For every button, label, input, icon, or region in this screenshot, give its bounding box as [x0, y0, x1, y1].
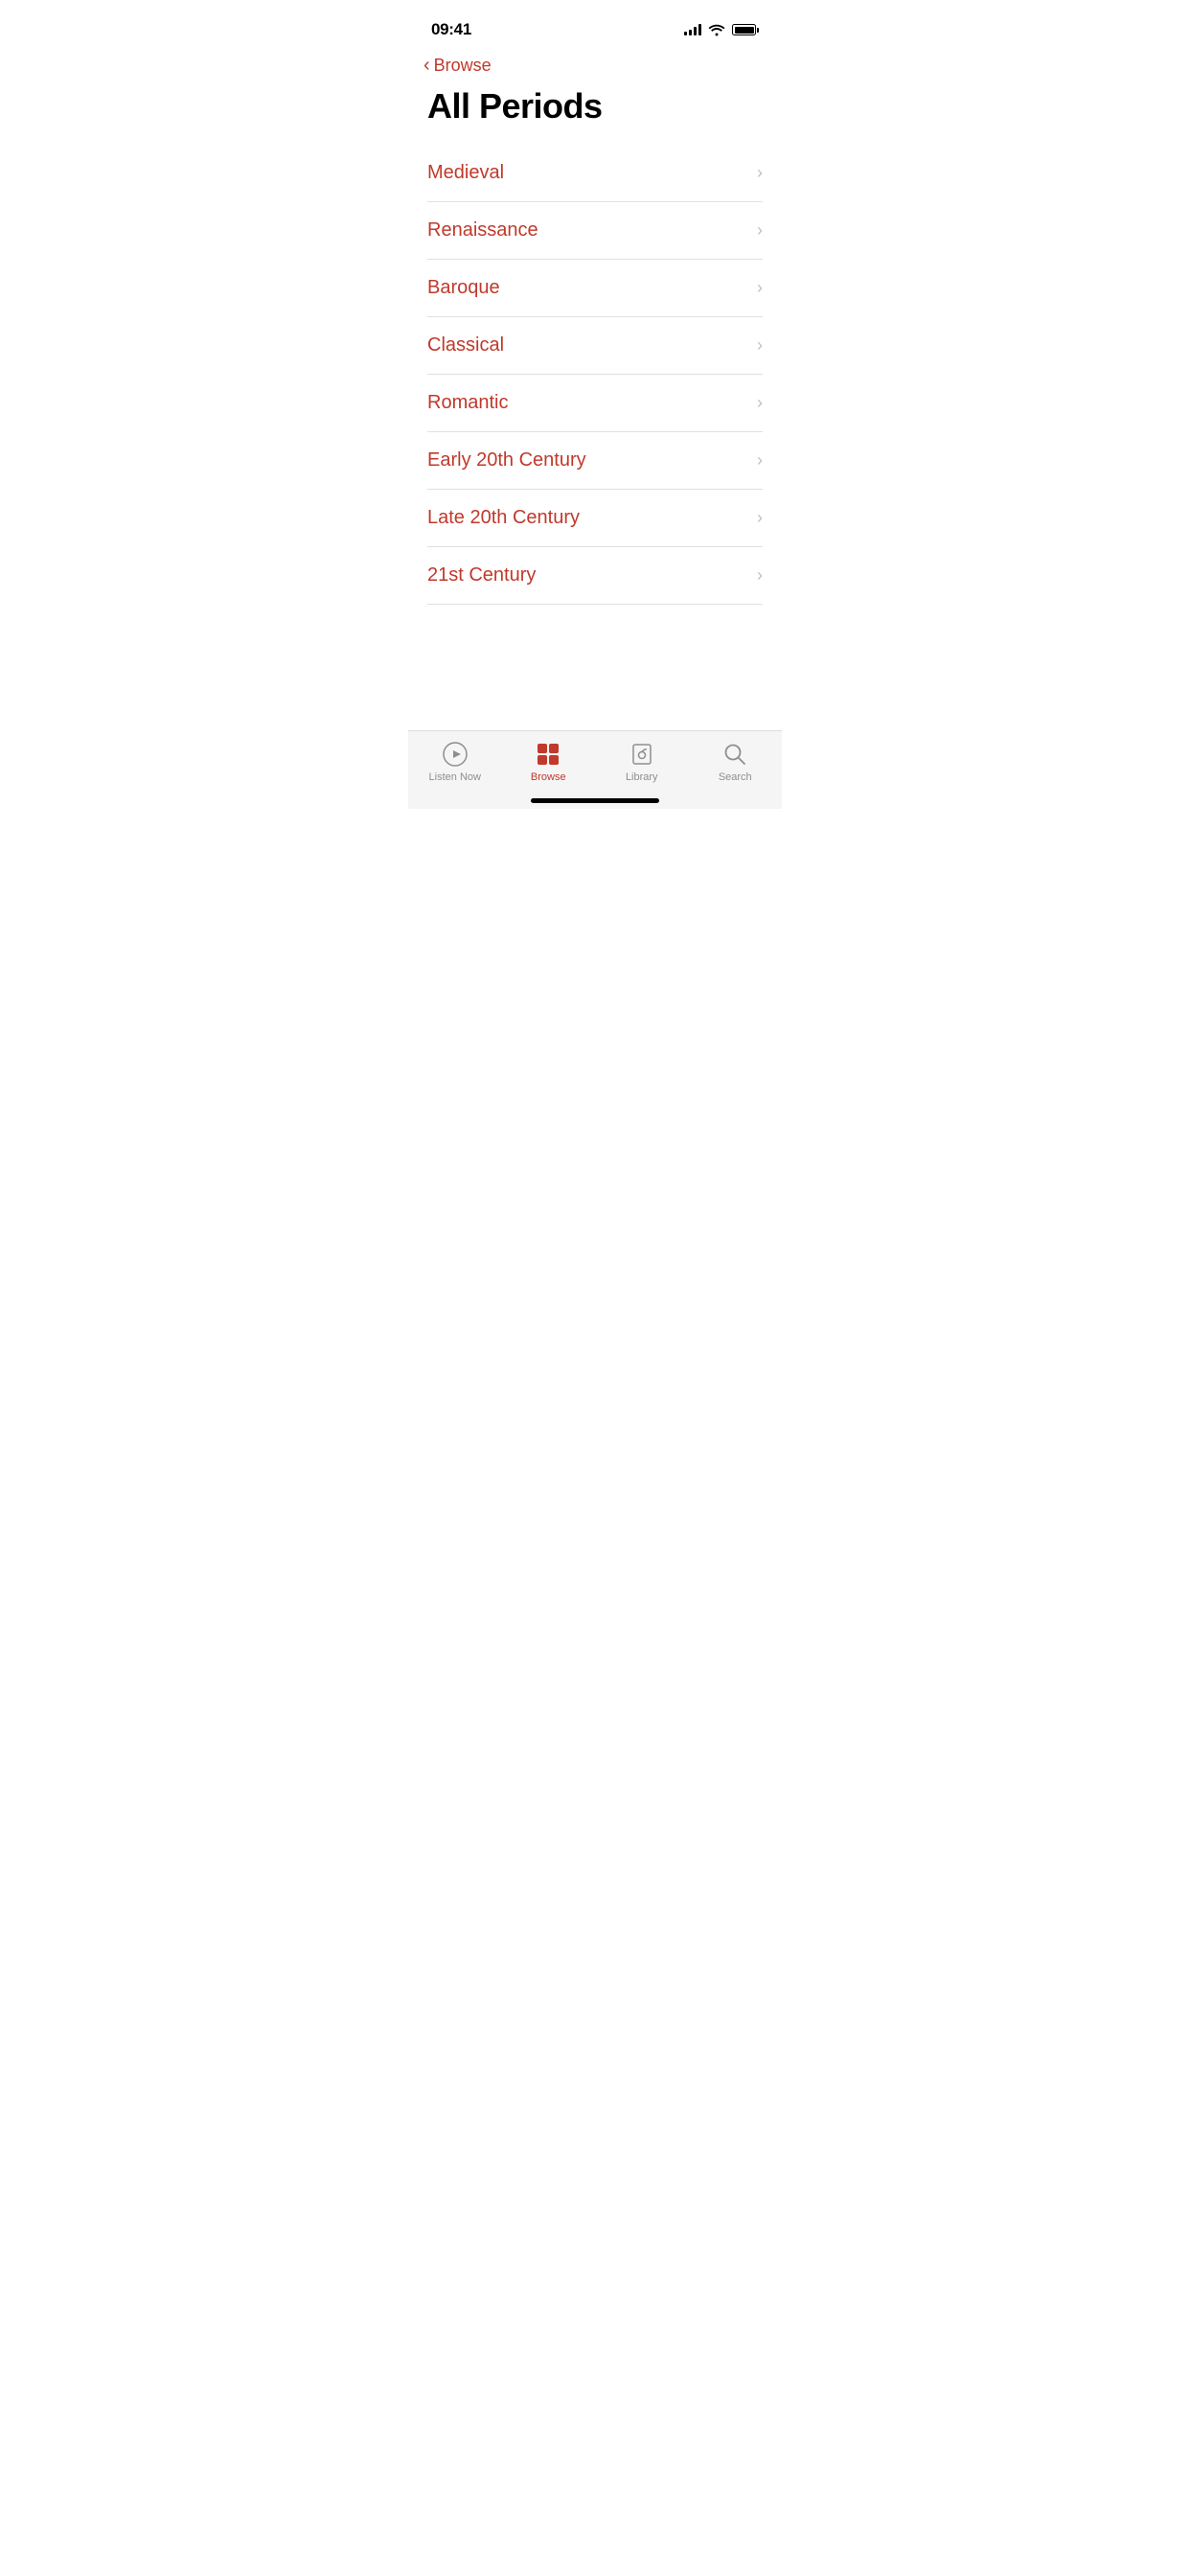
- period-item[interactable]: Baroque ›: [427, 260, 763, 317]
- tab-search[interactable]: Search: [701, 741, 768, 783]
- page-title: All Periods: [408, 80, 782, 145]
- library-icon: [629, 741, 655, 768]
- chevron-right-icon: ›: [757, 565, 763, 586]
- period-item[interactable]: Renaissance ›: [427, 202, 763, 260]
- tab-listen-now[interactable]: Listen Now: [422, 741, 489, 783]
- wifi-icon: [708, 23, 725, 36]
- period-item[interactable]: Romantic ›: [427, 375, 763, 432]
- chevron-right-icon: ›: [757, 220, 763, 241]
- period-label: Renaissance: [427, 219, 538, 242]
- content-spacer: [408, 667, 782, 730]
- period-item[interactable]: Medieval ›: [427, 145, 763, 202]
- chevron-right-icon: ›: [757, 163, 763, 183]
- tab-browse-label: Browse: [531, 771, 566, 783]
- period-label: Early 20th Century: [427, 449, 586, 472]
- signal-icon: [684, 24, 701, 35]
- period-label: Medieval: [427, 162, 504, 184]
- status-icons: [684, 23, 759, 36]
- period-label: Classical: [427, 334, 504, 356]
- tab-bar: Listen Now Browse Library: [408, 730, 782, 791]
- tab-browse[interactable]: Browse: [515, 741, 582, 783]
- period-label: Late 20th Century: [427, 507, 580, 529]
- battery-icon: [732, 24, 759, 35]
- chevron-right-icon: ›: [757, 335, 763, 356]
- listen-now-icon: [442, 741, 469, 768]
- period-list: Medieval › Renaissance › Baroque › Class…: [408, 145, 782, 668]
- chevron-right-icon: ›: [757, 393, 763, 413]
- browse-icon: [535, 741, 561, 768]
- chevron-right-icon: ›: [757, 450, 763, 471]
- status-bar: 09:41: [408, 0, 782, 46]
- period-item[interactable]: 21st Century ›: [427, 547, 763, 605]
- period-label: 21st Century: [427, 564, 536, 586]
- tab-listen-now-label: Listen Now: [429, 771, 481, 783]
- search-icon: [721, 741, 748, 768]
- chevron-right-icon: ›: [757, 278, 763, 298]
- chevron-right-icon: ›: [757, 508, 763, 528]
- back-label: Browse: [434, 56, 492, 76]
- period-label: Baroque: [427, 277, 500, 299]
- back-chevron-icon: ‹: [423, 56, 430, 75]
- tab-library[interactable]: Library: [608, 741, 675, 783]
- tab-library-label: Library: [626, 771, 658, 783]
- back-button[interactable]: ‹ Browse: [408, 46, 511, 80]
- home-indicator: [408, 791, 782, 809]
- period-label: Romantic: [427, 392, 508, 414]
- status-time: 09:41: [431, 20, 471, 39]
- tab-search-label: Search: [719, 771, 752, 783]
- period-item[interactable]: Early 20th Century ›: [427, 432, 763, 490]
- period-item[interactable]: Late 20th Century ›: [427, 490, 763, 547]
- period-item[interactable]: Classical ›: [427, 317, 763, 375]
